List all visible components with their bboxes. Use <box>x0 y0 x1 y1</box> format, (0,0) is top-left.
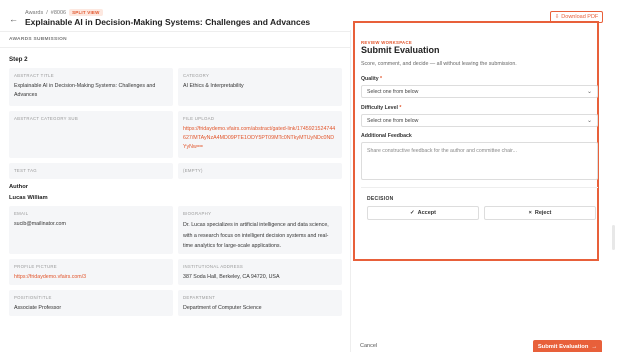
quality-label: Quality * <box>361 76 382 82</box>
required-mark: * <box>399 105 402 111</box>
category-card: CATEGORY AI Ethics & Interpretability <box>178 68 342 106</box>
split-view-badge: SPLIT VIEW <box>69 9 103 16</box>
required-mark: * <box>380 76 383 82</box>
arrow-right-icon: → <box>591 344 598 350</box>
close-icon: × <box>528 210 532 216</box>
department-card: DEPARTMENT Department of Computer Scienc… <box>178 290 342 316</box>
breadcrumb-id: #8006 <box>50 9 67 16</box>
institutional-address-card: INSTITUTIONAL ADDRESS 387 Soda Hall, Ber… <box>178 259 342 285</box>
author-name: Lucas William <box>9 195 48 201</box>
test-tag-card: TEST TAG <box>9 163 173 179</box>
page-title: Explainable AI in Decision-Making System… <box>25 17 311 27</box>
file-upload-link[interactable]: https://fridaydemo.vfairs.com/abstract/g… <box>183 125 337 152</box>
field-value: Dr. Lucas specializes in artificial inte… <box>183 222 329 249</box>
field-label: EMAIL <box>14 211 29 216</box>
check-icon: ✓ <box>410 210 415 216</box>
field-label: TEST TAG <box>14 168 37 173</box>
email-card: EMAIL sucib@mailinator.com <box>9 206 173 254</box>
field-label: (EMPTY) <box>183 168 203 173</box>
submit-label: Submit Evaluation <box>537 344 589 350</box>
review-workspace: REVIEW WORKSPACE Submit Evaluation Score… <box>353 21 599 261</box>
quality-select[interactable]: Select one from below ⌄ <box>361 85 598 98</box>
section-label: AWARDS SUBMISSION <box>9 37 67 42</box>
field-label: POSITION/TITLE <box>14 295 52 300</box>
workspace-subtitle: Score, comment, and decide — all without… <box>361 61 517 67</box>
step-heading: Step 2 <box>9 56 28 63</box>
decision-section: DECISION ✓ Accept × Reject <box>361 187 598 257</box>
difficulty-select-value: Select one from below <box>367 117 419 124</box>
header-divider <box>0 31 350 32</box>
field-value: Associate Professor <box>14 305 62 311</box>
back-arrow-icon[interactable]: ← <box>9 14 18 24</box>
quality-label-text: Quality <box>361 76 379 82</box>
file-upload-card: FILE UPLOAD https://fridaydemo.vfairs.co… <box>178 111 342 158</box>
section-divider <box>0 47 350 48</box>
field-label: INSTITUTIONAL ADDRESS <box>183 264 244 269</box>
download-icon: ⇩ <box>554 14 560 20</box>
field-label: DEPARTMENT <box>183 295 216 300</box>
field-label: ABSTRACT CATEGORY SUB <box>14 116 79 121</box>
field-value: Department of Computer Science <box>183 305 262 311</box>
breadcrumb-parent[interactable]: Awards <box>25 10 43 16</box>
field-label: BIOGRAPHY <box>183 211 212 216</box>
abstract-title-card: ABSTRACT TITLE Explainable AI in Decisio… <box>9 68 173 106</box>
workspace-title: Submit Evaluation <box>361 45 440 55</box>
profile-picture-link[interactable]: https://fridaydemo.vfairs.com/3 <box>14 273 168 282</box>
chevron-down-icon: ⌄ <box>586 118 592 124</box>
accept-button[interactable]: ✓ Accept <box>367 206 479 220</box>
scrollbar[interactable] <box>612 225 615 250</box>
field-label: FILE UPLOAD <box>183 116 215 121</box>
difficulty-label-text: Difficulty Level <box>361 105 398 111</box>
field-label: CATEGORY <box>183 73 210 78</box>
field-value: AI Ethics & Interpretability <box>183 83 244 89</box>
breadcrumb-separator: / <box>46 9 48 16</box>
field-value: sucib@mailinator.com <box>14 221 66 227</box>
biography-card: BIOGRAPHY Dr. Lucas specializes in artif… <box>178 206 342 254</box>
position-card: POSITION/TITLE Associate Professor <box>9 290 173 316</box>
field-value: Explainable AI in Decision-Making System… <box>14 83 156 98</box>
reject-label: Reject <box>534 210 552 216</box>
difficulty-label: Difficulty Level * <box>361 105 401 111</box>
chevron-down-icon: ⌄ <box>586 89 592 95</box>
cancel-button[interactable]: Cancel <box>360 343 377 349</box>
quality-select-value: Select one from below <box>367 88 419 95</box>
field-label: ABSTRACT TITLE <box>14 73 54 78</box>
download-pdf-label: Download PDF <box>561 14 599 20</box>
accept-label: Accept <box>417 210 436 216</box>
breadcrumb: Awards / #8006 SPLIT VIEW <box>25 9 103 16</box>
reject-button[interactable]: × Reject <box>484 206 596 220</box>
field-value: 387 Soda Hall, Berkeley, CA 94720, USA <box>183 274 280 280</box>
author-heading: Author <box>9 184 28 190</box>
difficulty-select[interactable]: Select one from below ⌄ <box>361 114 598 127</box>
decision-label: DECISION <box>367 196 394 202</box>
submit-evaluation-button[interactable]: Submit Evaluation → <box>533 340 602 352</box>
feedback-textarea[interactable]: Share constructive feedback for the auth… <box>361 142 598 180</box>
profile-picture-card: PROFILE PICTURE https://fridaydemo.vfair… <box>9 259 173 285</box>
field-label: PROFILE PICTURE <box>14 264 57 269</box>
empty-card: (EMPTY) <box>178 163 342 179</box>
abstract-category-sub-card: ABSTRACT CATEGORY SUB <box>9 111 173 158</box>
feedback-label: Additional Feedback <box>361 133 412 139</box>
